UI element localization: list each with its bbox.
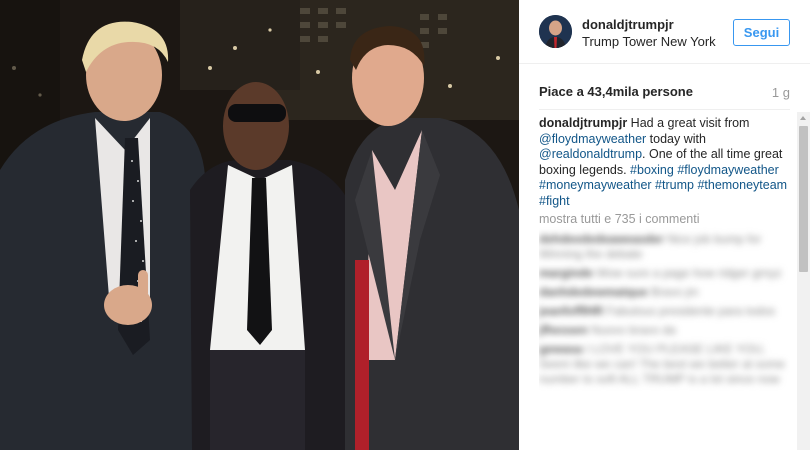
comment-item: jfhessen Nuovo bravo da bbox=[539, 323, 790, 338]
comment-username[interactable]: marginde bbox=[539, 266, 593, 280]
comments-section: donaldjtrumpjr Had a great visit from @f… bbox=[539, 116, 790, 450]
comment-username[interactable]: danhdedewmatque bbox=[539, 285, 648, 299]
post-caption: donaldjtrumpjr Had a great visit from @f… bbox=[539, 116, 790, 210]
comment-item: marginde Wow sure a page how ridger grny… bbox=[539, 266, 790, 281]
post-header: donaldjtrumpjr Trump Tower New York Segu… bbox=[519, 0, 810, 64]
comments-scrollbar[interactable] bbox=[797, 112, 810, 450]
comment-item: dehdeededeaweasder Nice job bump for Win… bbox=[539, 232, 790, 262]
post-photo[interactable] bbox=[0, 0, 519, 450]
mention-link[interactable]: @floydmayweather bbox=[539, 132, 646, 146]
divider bbox=[539, 109, 790, 110]
hashtag-link[interactable]: #trump bbox=[655, 178, 694, 192]
post-sidebar: donaldjtrumpjr Trump Tower New York Segu… bbox=[519, 0, 810, 450]
caption-username[interactable]: donaldjtrumpjr bbox=[539, 116, 627, 130]
likes-count[interactable]: Piace a 43,4mila persone bbox=[539, 84, 693, 99]
comment-username[interactable]: gewasa bbox=[539, 342, 582, 356]
mention-link[interactable]: @realdonaldtrump bbox=[539, 147, 642, 161]
comment-text: Bravo jm bbox=[651, 284, 699, 299]
comment-text: Wow sure a page how ridger grnyz bbox=[596, 265, 782, 280]
post-timestamp[interactable]: 1 g bbox=[772, 85, 790, 100]
photo-illustration bbox=[0, 0, 519, 450]
post-stats: Piace a 43,4mila persone 1 g bbox=[539, 84, 790, 102]
hashtag-link[interactable]: #themoneyteam bbox=[697, 178, 787, 192]
view-all-comments-link[interactable]: mostra tutti e 735 i commenti bbox=[539, 211, 790, 228]
comment-username[interactable]: dehdeededeaweasder bbox=[539, 232, 664, 246]
hashtag-link[interactable]: #boxing bbox=[630, 163, 674, 177]
avatar-image-icon bbox=[539, 15, 572, 48]
header-location[interactable]: Trump Tower New York bbox=[582, 34, 716, 49]
caption-text: today with bbox=[646, 131, 706, 146]
hashtag-link[interactable]: #moneymayweather bbox=[539, 178, 652, 192]
comment-username[interactable]: jfhessen bbox=[539, 323, 588, 337]
hashtag-link[interactable]: #floydmayweather bbox=[677, 163, 778, 177]
header-username[interactable]: donaldjtrumpjr bbox=[582, 17, 674, 32]
comment-text: Fabulous presidente para todos bbox=[606, 303, 776, 318]
scroll-up-arrow-icon[interactable] bbox=[800, 116, 806, 120]
comment-text: Nuovo bravo da bbox=[591, 322, 676, 337]
scrollbar-thumb[interactable] bbox=[799, 126, 808, 272]
comment-item: danhdedewmatque Bravo jm bbox=[539, 285, 790, 300]
comment-item: jeanfofflHR Fabulous presidente para tod… bbox=[539, 304, 790, 319]
comment-username[interactable]: jeanfofflHR bbox=[539, 304, 603, 318]
hashtag-link[interactable]: #fight bbox=[539, 194, 570, 208]
avatar[interactable] bbox=[539, 15, 572, 48]
caption-text: Had a great visit from bbox=[627, 116, 750, 130]
comment-item: gewasa I LOVE YOU PLEASE LIKE YOU, Seem … bbox=[539, 342, 790, 387]
follow-button[interactable]: Segui bbox=[733, 19, 790, 46]
